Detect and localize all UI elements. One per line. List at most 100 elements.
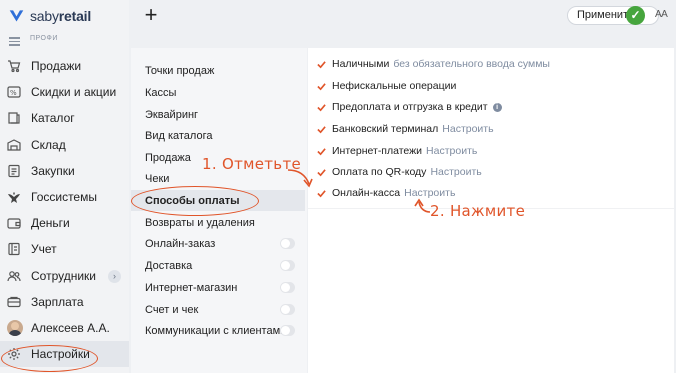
menu-item-label: Онлайн-заказ xyxy=(145,237,216,250)
sidebar-item-label: Каталог xyxy=(31,111,75,126)
annotation-step-1: 1. Отметьте xyxy=(202,155,302,173)
ledger-icon xyxy=(7,242,21,256)
svg-text:%: % xyxy=(10,89,17,97)
option-label: Оплата по QR-коду xyxy=(332,166,427,178)
avatar xyxy=(7,319,23,336)
option-non-fiscal: Нефискальные операции xyxy=(317,80,456,92)
sidebar-item-label: Зарплата xyxy=(31,294,84,309)
menu-item-online-store[interactable]: Интернет-магазин xyxy=(131,277,305,298)
sidebar-item-discounts[interactable]: % Скидки и акции xyxy=(0,79,129,105)
configure-link[interactable]: Настроить xyxy=(442,123,493,135)
people-icon xyxy=(7,269,21,283)
sidebar-item-label: Склад xyxy=(31,137,66,152)
menu-item-acquiring[interactable]: Эквайринг xyxy=(131,104,305,125)
brand-logo[interactable]: sabyretail xyxy=(8,7,91,24)
menu-item-label: Коммуникации с клиентами xyxy=(145,324,287,337)
brand-name-bold: retail xyxy=(58,7,92,24)
warehouse-icon xyxy=(7,138,21,152)
online-store-toggle[interactable] xyxy=(280,282,295,293)
menu-item-label: Эквайринг xyxy=(145,108,199,121)
sidebar-item-money[interactable]: Деньги xyxy=(0,210,129,236)
add-button[interactable]: + xyxy=(141,4,161,26)
configure-link[interactable]: Настроить xyxy=(426,145,477,157)
saby-logo-icon xyxy=(9,10,24,22)
sidebar-item-profile[interactable]: Алексеев А.А. xyxy=(0,315,129,341)
menu-item-label: Счет и чек xyxy=(145,303,199,316)
menu-item-label: Точки продаж xyxy=(145,64,215,77)
menu-item-returns[interactable]: Возвраты и удаления xyxy=(131,212,305,233)
delivery-toggle[interactable] xyxy=(280,260,295,271)
online-order-toggle[interactable] xyxy=(280,238,295,249)
sidebar-item-label: Скидки и акции xyxy=(31,85,117,100)
checkbox-online-cash-register[interactable] xyxy=(317,189,326,198)
sidebar-item-warehouse[interactable]: Склад xyxy=(0,132,129,158)
configure-link[interactable]: Настроить xyxy=(404,187,455,199)
option-label: Интернет-платежи xyxy=(332,145,423,157)
check-icon[interactable]: ✓ xyxy=(626,6,645,25)
checkbox-internet-payments[interactable] xyxy=(317,147,326,156)
menu-item-label: Кассы xyxy=(145,86,177,99)
annotation-step-2: 2. Нажмите xyxy=(430,202,526,220)
menu-item-label: Вид каталога xyxy=(145,129,213,142)
option-qr-payment: Оплата по QR-коду Настроить xyxy=(317,166,482,178)
menu-item-cash-registers[interactable]: Кассы xyxy=(131,82,305,103)
menu-item-label: Возвраты и удаления xyxy=(145,216,255,229)
menu-item-label: Продажа xyxy=(145,151,191,164)
tier-label: ПРОФИ xyxy=(30,35,58,42)
option-internet-payments: Интернет-платежи Настроить xyxy=(317,145,477,157)
option-prepayment: Предоплата и отгрузка в кредит i xyxy=(317,101,502,113)
sidebar-item-label: Продажи xyxy=(31,59,82,74)
sidebar-item-employees[interactable]: Сотрудники › xyxy=(0,263,129,289)
eagle-icon xyxy=(7,190,21,204)
sidebar-item-catalog[interactable]: Каталог xyxy=(0,105,129,131)
sidebar-item-salary[interactable]: Зарплата xyxy=(0,289,129,315)
percent-icon: % xyxy=(7,85,21,99)
sidebar-item-label: Алексеев А.А. xyxy=(31,320,110,335)
sidebar-item-accounting[interactable]: Учет xyxy=(0,236,129,262)
option-link[interactable]: без обязательного ввода суммы xyxy=(393,58,550,70)
menu-item-communications[interactable]: Коммуникации с клиентами xyxy=(131,320,305,341)
checkbox-qr-payment[interactable] xyxy=(317,168,326,177)
option-bank-terminal: Банковский терминал Настроить xyxy=(317,123,494,135)
brand-name-regular: saby xyxy=(30,7,59,24)
menu-item-label: Интернет-магазин xyxy=(145,281,238,294)
option-label: Наличными xyxy=(332,58,390,70)
menu-item-invoice-receipt[interactable]: Счет и чек xyxy=(131,299,305,320)
menu-burger-icon[interactable] xyxy=(9,37,20,48)
chevron-right-icon[interactable]: › xyxy=(108,269,121,283)
sidebar: sabyretail ПРОФИ Продажи % Скидки и акци… xyxy=(0,0,129,373)
checkbox-cash[interactable] xyxy=(317,60,326,69)
highlight-ring-settings xyxy=(1,345,98,372)
menu-item-catalog-view[interactable]: Вид каталога xyxy=(131,125,305,146)
menu-item-label: Чеки xyxy=(145,172,170,185)
option-label: Банковский терминал xyxy=(332,123,439,135)
sidebar-item-gov-systems[interactable]: Госсистемы xyxy=(0,184,129,210)
sidebar-item-label: Учет xyxy=(31,242,57,257)
salary-icon xyxy=(7,295,21,309)
sidebar-item-purchases[interactable]: Закупки xyxy=(0,158,129,184)
invoice-receipt-toggle[interactable] xyxy=(280,304,295,315)
configure-link[interactable]: Настроить xyxy=(430,166,481,178)
sidebar-item-label: Закупки xyxy=(31,163,75,178)
option-cash: Наличными без обязательного ввода суммы xyxy=(317,58,550,70)
communications-toggle[interactable] xyxy=(280,325,295,336)
option-online-cash-register: Онлайн-касса Настроить xyxy=(317,187,455,199)
apply-button[interactable]: Применить xyxy=(567,6,659,25)
menu-item-delivery[interactable]: Доставка xyxy=(131,255,305,276)
wallet-icon xyxy=(7,216,21,230)
menu-item-online-order[interactable]: Онлайн-заказ xyxy=(131,233,305,254)
checkbox-non-fiscal[interactable] xyxy=(317,82,326,91)
option-label: Онлайн-касса xyxy=(332,187,401,199)
info-icon[interactable]: i xyxy=(492,102,502,112)
option-label: Нефискальные операции xyxy=(332,80,457,92)
checkbox-prepayment[interactable] xyxy=(317,103,326,112)
option-label: Предоплата и отгрузка в кредит xyxy=(332,101,488,113)
menu-item-label: Доставка xyxy=(145,259,193,272)
menu-item-sales-points[interactable]: Точки продаж xyxy=(131,60,305,81)
checkbox-bank-terminal[interactable] xyxy=(317,125,326,134)
font-size-button[interactable]: AA xyxy=(655,9,668,20)
cart-icon xyxy=(7,59,21,73)
sidebar-item-sales[interactable]: Продажи xyxy=(0,53,129,79)
catalog-icon xyxy=(7,111,21,125)
sidebar-item-label: Госсистемы xyxy=(31,190,97,205)
